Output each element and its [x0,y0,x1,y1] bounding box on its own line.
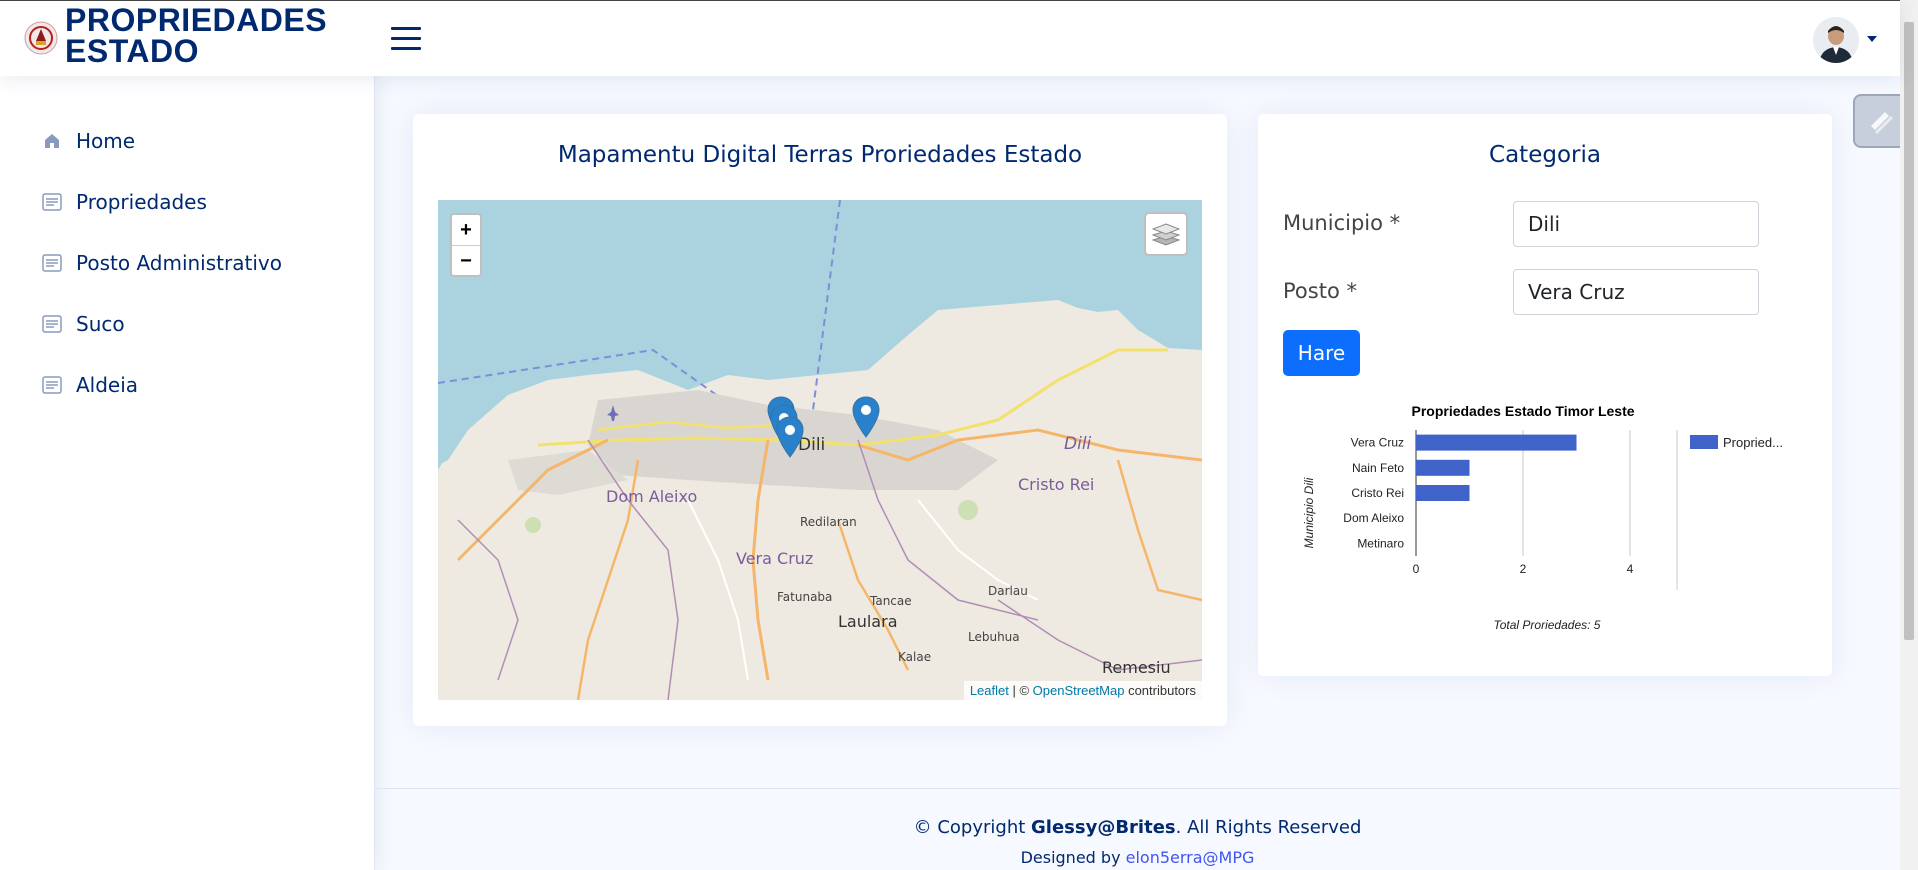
chart-y-tick-label: Cristo Rei [1351,486,1404,500]
municipio-field[interactable] [1513,201,1759,247]
chart-x-tick-label: 2 [1520,562,1527,576]
footer-divider [375,788,1900,789]
chart-y-tick-label: Vera Cruz [1351,436,1404,450]
footer-credits: Designed by elon5erra@MPG [375,848,1900,867]
place-label-laulara: Laulara [838,612,898,631]
home-icon [42,131,62,151]
chart-y-tick-label: Metinaro [1357,536,1404,550]
designed-prefix: Designed by [1020,848,1126,867]
list-icon [42,375,62,395]
map-marker-icon[interactable] [852,396,880,438]
category-card-title: Categoria [1489,142,1601,168]
list-icon [42,192,62,212]
sidebar-item-label: Aldeia [76,373,139,397]
attribution-suffix: contributors [1124,683,1196,698]
chart-title: Propriedades Estado Timor Leste [1411,403,1634,419]
logo-emblem-icon[interactable] [24,21,58,55]
copyright-owner: Glessy@Brites [1031,817,1176,838]
sidebar-item-label: Suco [76,312,125,336]
footer-copyright: © Copyright Glessy@Brites. All Rights Re… [375,817,1900,838]
sidebar-item-propriedades[interactable]: Propriedades [42,187,207,217]
chart-x-tick-label: 0 [1413,562,1420,576]
app-title-line2: ESTADO [65,33,199,69]
place-label-fatunaba: Fatunaba [777,590,833,604]
place-label-dili-region: Dili [1064,434,1092,454]
osm-link[interactable]: OpenStreetMap [1033,683,1125,698]
chart-y-tick-label: Dom Aleixo [1343,511,1404,525]
sidebar-item-posto-administrativo[interactable]: Posto Administrativo [42,248,282,278]
chart-x-tick-label: 4 [1627,562,1634,576]
list-icon [42,314,62,334]
lightning-icon [1871,112,1893,134]
app-title-line1: PROPRIEDADES [65,2,328,38]
chart-y-axis-label: Municipio Dili [1302,477,1316,548]
top-header: PROPRIEDADES ESTADO [0,0,1900,76]
zoom-in-button[interactable]: + [452,215,480,246]
place-label-remesiu: Remesiu [1102,658,1171,677]
list-icon [42,253,62,273]
copyright-suffix: . All Rights Reserved [1175,817,1362,838]
posto-label: Posto * [1283,279,1357,303]
place-label-cristo-rei: Cristo Rei [1018,475,1095,494]
place-label-darlau: Darlau [988,584,1028,598]
layers-icon[interactable] [1144,212,1188,256]
place-label-tancae: Tancae [870,594,912,608]
chart-y-tick-label: Nain Feto [1352,461,1404,475]
hare-button[interactable]: Hare [1283,330,1360,376]
sidebar-item-suco[interactable]: Suco [42,309,125,339]
propriedades-bar-chart: Propriedades Estado Timor Leste Municipi… [1302,403,1783,632]
chart-bar [1416,434,1577,451]
user-avatar[interactable] [1813,17,1859,63]
place-label-redilaran: Redilaran [800,515,857,529]
sidebar-item-aldeia[interactable]: Aldeia [42,370,138,400]
place-label-kalae: Kalae [898,650,932,664]
place-label-dom-aleixo: Dom Aleixo [606,487,698,506]
sidebar: Home Propriedades Posto Administrativo S… [0,76,375,870]
app-title[interactable]: PROPRIEDADES ESTADO [65,2,328,69]
place-label-lebuhua: Lebuhua [968,630,1020,644]
floating-widget-button[interactable] [1853,94,1907,148]
chart-x-axis-label: Total Proriedades: 5 [1494,618,1601,632]
scrollbar-thumb[interactable] [1904,22,1914,640]
place-label-vera-cruz: Vera Cruz [736,549,814,568]
leaflet-map[interactable]: Dili Dili Dom Aleixo Cristo Rei Vera Cru… [438,200,1202,700]
map-card-title: Mapamentu Digital Terras Proriedades Est… [557,142,1083,168]
attribution-separator: | © [1008,683,1033,698]
sidebar-item-label: Propriedades [76,190,207,214]
leaflet-link[interactable]: Leaflet [970,683,1009,698]
sidebar-item-home[interactable]: Home [42,126,135,156]
legend-label: Propried... [1723,435,1783,450]
chevron-down-icon[interactable] [1867,36,1877,42]
chart-bar [1416,485,1470,501]
zoom-out-button[interactable]: − [452,246,480,276]
sidebar-item-label: Home [76,129,136,153]
sidebar-item-label: Posto Administrativo [76,251,282,275]
designer-link[interactable]: elon5erra@MPG [1126,848,1255,867]
legend-swatch [1690,435,1718,449]
map-marker-icon[interactable] [776,416,804,458]
copyright-prefix: © Copyright [913,817,1032,838]
chart-bar [1416,459,1470,476]
municipio-label: Municipio * [1283,211,1401,235]
posto-field[interactable] [1513,269,1759,315]
hamburger-icon[interactable] [391,27,421,53]
zoom-control: + − [450,213,482,277]
map-attribution: Leaflet | © OpenStreetMap contributors [963,681,1202,700]
